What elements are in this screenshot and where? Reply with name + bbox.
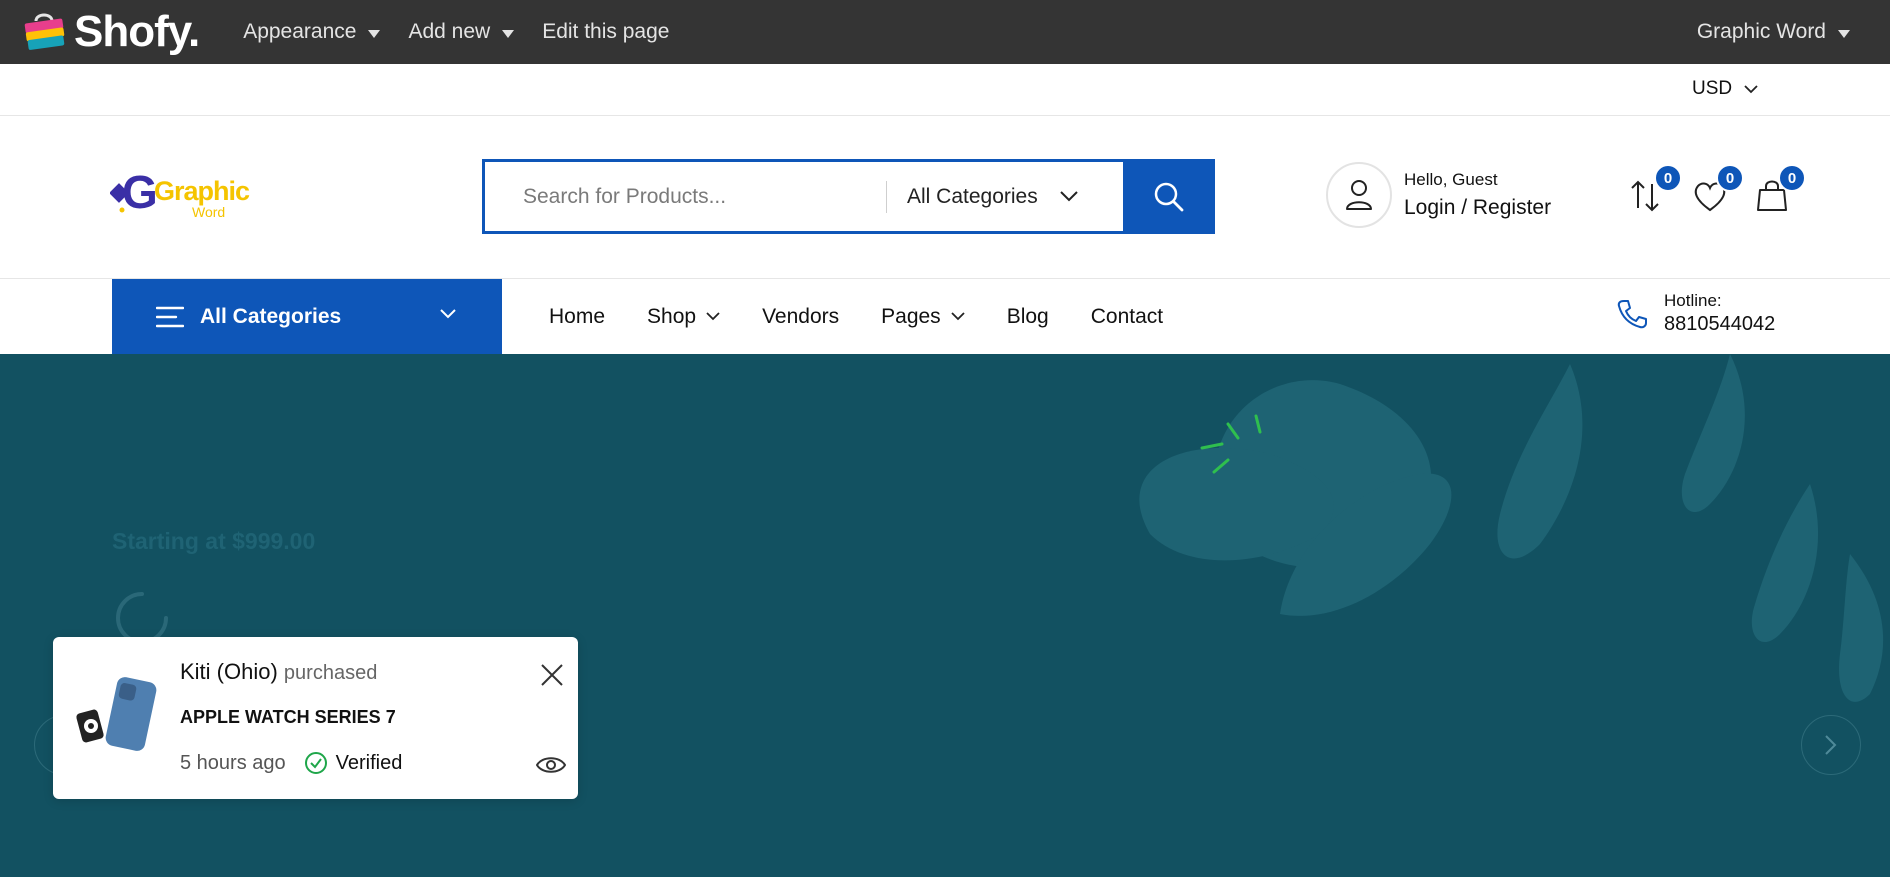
admin-logo[interactable]: Shofy.: [22, 7, 200, 57]
admin-menu-edit-page[interactable]: Edit this page: [542, 20, 669, 44]
admin-user-menu[interactable]: Graphic Word: [1697, 0, 1850, 64]
chevron-down-icon: [440, 309, 456, 319]
site-logo[interactable]: G Graphic Word: [109, 166, 250, 228]
site-header: G Graphic Word All Categories Hello, Gue…: [0, 116, 1890, 279]
search-input[interactable]: [485, 162, 886, 231]
menu-icon: [156, 306, 184, 327]
compare-count-badge: 0: [1654, 164, 1682, 192]
compare-button[interactable]: 0: [1628, 164, 1682, 216]
leaf-decoration: [1139, 354, 1884, 702]
nav-blog[interactable]: Blog: [1007, 305, 1049, 329]
nav-links: Home Shop Vendors Pages Blog Contact: [549, 279, 1205, 354]
check-circle-icon: [304, 752, 327, 774]
phone-icon: [1617, 299, 1647, 328]
wishlist-button[interactable]: 0: [1690, 164, 1744, 216]
close-icon[interactable]: [540, 663, 564, 687]
user-icon: [1346, 180, 1372, 210]
chevron-down-icon: [706, 312, 720, 321]
eye-icon[interactable]: [536, 754, 566, 776]
cart-button[interactable]: 0: [1752, 164, 1806, 216]
sparkle-decoration: [1200, 414, 1262, 474]
admin-menu-add-new[interactable]: Add new: [408, 20, 515, 44]
search-icon: [1154, 182, 1184, 211]
account-text: Hello, Guest Login / Register: [1404, 170, 1551, 220]
logo-subtext: Word: [192, 204, 226, 220]
admin-menu: Appearance Add new Edit this page: [243, 20, 697, 44]
cart-count-badge: 0: [1778, 164, 1806, 192]
svg-text:G: G: [122, 168, 158, 218]
slider-next-button[interactable]: [1801, 715, 1861, 775]
verified-badge: Verified: [304, 751, 403, 775]
hotline-text: Hotline: 8810544042: [1664, 291, 1775, 336]
popup-product-name[interactable]: APPLE WATCH SERIES 7: [180, 707, 396, 728]
nav-contact[interactable]: Contact: [1091, 305, 1163, 329]
admin-bar: Shofy. Appearance Add new Edit this page…: [0, 0, 1890, 64]
popup-buyer: Kiti (Ohio): [180, 659, 278, 684]
currency-selector[interactable]: USD: [1692, 78, 1758, 100]
popup-time: 5 hours ago: [180, 751, 286, 774]
nav-shop[interactable]: Shop: [647, 305, 720, 329]
popup-buyer-line: Kiti (Ohio) purchased: [180, 659, 377, 685]
popup-footer: 5 hours ago Verified: [180, 751, 402, 775]
all-categories-button[interactable]: All Categories: [112, 279, 502, 354]
chevron-right-icon: [1825, 735, 1837, 755]
chevron-down-icon: [1060, 191, 1078, 202]
nav-home[interactable]: Home: [549, 305, 605, 329]
search-bar: All Categories: [482, 159, 1215, 234]
login-register-link[interactable]: Login / Register: [1404, 196, 1551, 220]
chevron-down-icon: [1744, 84, 1758, 93]
chevron-down-icon: [951, 312, 965, 321]
search-button[interactable]: [1123, 159, 1215, 234]
caret-down-icon: [1838, 29, 1850, 38]
recent-purchase-popup: Kiti (Ohio) purchased APPLE WATCH SERIES…: [53, 637, 578, 799]
hotline[interactable]: Hotline: 8810544042: [1616, 291, 1775, 336]
main-navbar: All Categories Home Shop Vendors Pages B…: [0, 279, 1890, 354]
nav-pages[interactable]: Pages: [881, 305, 965, 329]
wishlist-count-badge: 0: [1716, 164, 1744, 192]
avatar: [1326, 162, 1392, 228]
all-categories-label: All Categories: [200, 304, 342, 328]
shopping-bag-logo-icon: [24, 13, 65, 50]
admin-brand: Shofy.: [74, 7, 200, 56]
logo-text: Graphic: [154, 176, 250, 206]
account-link[interactable]: Hello, Guest Login / Register: [1326, 162, 1551, 228]
popup-action: purchased: [283, 662, 378, 684]
verified-label: Verified: [335, 751, 403, 774]
hero-price: Starting at $999.00: [112, 528, 316, 554]
hotline-label: Hotline:: [1664, 291, 1722, 310]
caret-down-icon: [368, 29, 381, 38]
nav-vendors[interactable]: Vendors: [762, 305, 839, 329]
hotline-number: 8810544042: [1664, 313, 1776, 335]
product-thumbnail: [76, 677, 157, 751]
caret-down-icon: [502, 29, 515, 38]
top-strip: USD: [0, 64, 1890, 116]
admin-menu-appearance[interactable]: Appearance: [243, 20, 381, 44]
greeting: Hello, Guest: [1404, 170, 1498, 189]
search-category-select[interactable]: All Categories: [887, 162, 1123, 231]
